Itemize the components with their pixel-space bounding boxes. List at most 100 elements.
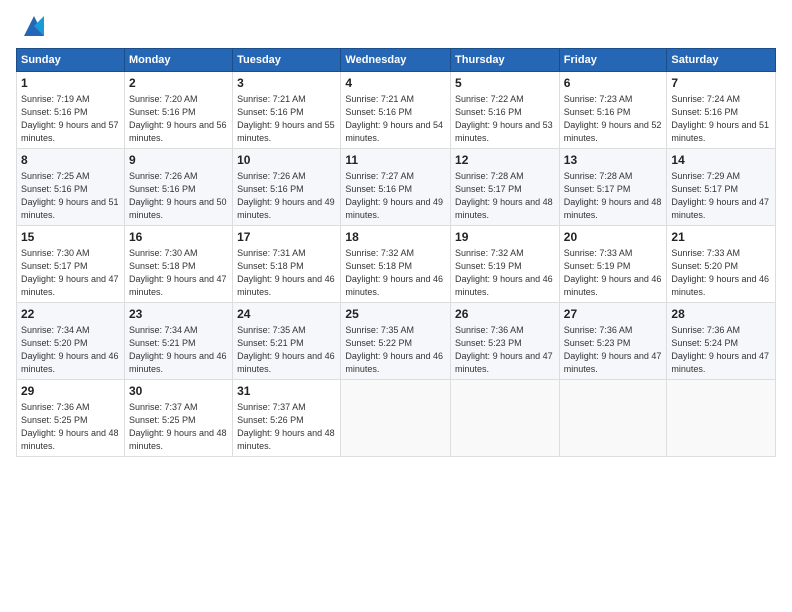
day-info: Sunrise: 7:36 AMSunset: 5:24 PMDaylight:… xyxy=(671,324,771,376)
day-number: 6 xyxy=(564,75,663,92)
day-number: 29 xyxy=(21,383,120,400)
day-number: 25 xyxy=(345,306,446,323)
day-number: 13 xyxy=(564,152,663,169)
day-info: Sunrise: 7:31 AMSunset: 5:18 PMDaylight:… xyxy=(237,247,336,299)
day-number: 28 xyxy=(671,306,771,323)
day-number: 4 xyxy=(345,75,446,92)
calendar-cell: 6Sunrise: 7:23 AMSunset: 5:16 PMDaylight… xyxy=(559,72,667,149)
day-info: Sunrise: 7:21 AMSunset: 5:16 PMDaylight:… xyxy=(237,93,336,145)
day-info: Sunrise: 7:23 AMSunset: 5:16 PMDaylight:… xyxy=(564,93,663,145)
page-container: SundayMondayTuesdayWednesdayThursdayFrid… xyxy=(0,0,792,612)
week-row-3: 15Sunrise: 7:30 AMSunset: 5:17 PMDayligh… xyxy=(17,225,776,302)
day-info: Sunrise: 7:30 AMSunset: 5:17 PMDaylight:… xyxy=(21,247,120,299)
weekday-header-thursday: Thursday xyxy=(451,49,560,72)
day-number: 10 xyxy=(237,152,336,169)
calendar-cell: 20Sunrise: 7:33 AMSunset: 5:19 PMDayligh… xyxy=(559,225,667,302)
calendar-cell: 28Sunrise: 7:36 AMSunset: 5:24 PMDayligh… xyxy=(667,302,776,379)
day-number: 20 xyxy=(564,229,663,246)
day-info: Sunrise: 7:32 AMSunset: 5:18 PMDaylight:… xyxy=(345,247,446,299)
day-number: 23 xyxy=(129,306,228,323)
day-info: Sunrise: 7:35 AMSunset: 5:21 PMDaylight:… xyxy=(237,324,336,376)
day-info: Sunrise: 7:28 AMSunset: 5:17 PMDaylight:… xyxy=(455,170,555,222)
day-info: Sunrise: 7:37 AMSunset: 5:26 PMDaylight:… xyxy=(237,401,336,453)
weekday-header-tuesday: Tuesday xyxy=(233,49,341,72)
calendar-cell: 11Sunrise: 7:27 AMSunset: 5:16 PMDayligh… xyxy=(341,148,451,225)
weekday-header-row: SundayMondayTuesdayWednesdayThursdayFrid… xyxy=(17,49,776,72)
calendar-cell: 10Sunrise: 7:26 AMSunset: 5:16 PMDayligh… xyxy=(233,148,341,225)
day-number: 12 xyxy=(455,152,555,169)
day-number: 11 xyxy=(345,152,446,169)
day-number: 24 xyxy=(237,306,336,323)
calendar-cell: 29Sunrise: 7:36 AMSunset: 5:25 PMDayligh… xyxy=(17,379,125,456)
calendar-cell xyxy=(451,379,560,456)
day-info: Sunrise: 7:26 AMSunset: 5:16 PMDaylight:… xyxy=(129,170,228,222)
day-number: 14 xyxy=(671,152,771,169)
day-number: 18 xyxy=(345,229,446,246)
day-info: Sunrise: 7:29 AMSunset: 5:17 PMDaylight:… xyxy=(671,170,771,222)
day-number: 8 xyxy=(21,152,120,169)
day-info: Sunrise: 7:28 AMSunset: 5:17 PMDaylight:… xyxy=(564,170,663,222)
logo-icon xyxy=(20,12,48,40)
day-number: 1 xyxy=(21,75,120,92)
calendar-cell: 24Sunrise: 7:35 AMSunset: 5:21 PMDayligh… xyxy=(233,302,341,379)
weekday-header-monday: Monday xyxy=(124,49,232,72)
calendar-cell: 2Sunrise: 7:20 AMSunset: 5:16 PMDaylight… xyxy=(124,72,232,149)
calendar-cell: 25Sunrise: 7:35 AMSunset: 5:22 PMDayligh… xyxy=(341,302,451,379)
weekday-header-saturday: Saturday xyxy=(667,49,776,72)
week-row-1: 1Sunrise: 7:19 AMSunset: 5:16 PMDaylight… xyxy=(17,72,776,149)
weekday-header-sunday: Sunday xyxy=(17,49,125,72)
day-info: Sunrise: 7:36 AMSunset: 5:25 PMDaylight:… xyxy=(21,401,120,453)
calendar-cell: 4Sunrise: 7:21 AMSunset: 5:16 PMDaylight… xyxy=(341,72,451,149)
calendar-cell: 14Sunrise: 7:29 AMSunset: 5:17 PMDayligh… xyxy=(667,148,776,225)
calendar-cell: 15Sunrise: 7:30 AMSunset: 5:17 PMDayligh… xyxy=(17,225,125,302)
day-number: 16 xyxy=(129,229,228,246)
day-info: Sunrise: 7:32 AMSunset: 5:19 PMDaylight:… xyxy=(455,247,555,299)
weekday-header-wednesday: Wednesday xyxy=(341,49,451,72)
day-info: Sunrise: 7:33 AMSunset: 5:20 PMDaylight:… xyxy=(671,247,771,299)
weekday-header-friday: Friday xyxy=(559,49,667,72)
calendar-cell: 19Sunrise: 7:32 AMSunset: 5:19 PMDayligh… xyxy=(451,225,560,302)
day-number: 7 xyxy=(671,75,771,92)
day-number: 9 xyxy=(129,152,228,169)
day-info: Sunrise: 7:34 AMSunset: 5:20 PMDaylight:… xyxy=(21,324,120,376)
calendar-cell: 17Sunrise: 7:31 AMSunset: 5:18 PMDayligh… xyxy=(233,225,341,302)
calendar-cell: 31Sunrise: 7:37 AMSunset: 5:26 PMDayligh… xyxy=(233,379,341,456)
day-info: Sunrise: 7:36 AMSunset: 5:23 PMDaylight:… xyxy=(564,324,663,376)
calendar-cell xyxy=(341,379,451,456)
calendar-cell xyxy=(559,379,667,456)
calendar-cell: 23Sunrise: 7:34 AMSunset: 5:21 PMDayligh… xyxy=(124,302,232,379)
calendar-cell: 5Sunrise: 7:22 AMSunset: 5:16 PMDaylight… xyxy=(451,72,560,149)
calendar-cell xyxy=(667,379,776,456)
day-number: 30 xyxy=(129,383,228,400)
calendar-cell: 22Sunrise: 7:34 AMSunset: 5:20 PMDayligh… xyxy=(17,302,125,379)
calendar-cell: 13Sunrise: 7:28 AMSunset: 5:17 PMDayligh… xyxy=(559,148,667,225)
day-info: Sunrise: 7:25 AMSunset: 5:16 PMDaylight:… xyxy=(21,170,120,222)
day-number: 15 xyxy=(21,229,120,246)
day-number: 21 xyxy=(671,229,771,246)
day-info: Sunrise: 7:27 AMSunset: 5:16 PMDaylight:… xyxy=(345,170,446,222)
day-info: Sunrise: 7:20 AMSunset: 5:16 PMDaylight:… xyxy=(129,93,228,145)
day-number: 27 xyxy=(564,306,663,323)
calendar-cell: 9Sunrise: 7:26 AMSunset: 5:16 PMDaylight… xyxy=(124,148,232,225)
calendar-cell: 7Sunrise: 7:24 AMSunset: 5:16 PMDaylight… xyxy=(667,72,776,149)
calendar-table: SundayMondayTuesdayWednesdayThursdayFrid… xyxy=(16,48,776,457)
calendar-cell: 27Sunrise: 7:36 AMSunset: 5:23 PMDayligh… xyxy=(559,302,667,379)
day-info: Sunrise: 7:22 AMSunset: 5:16 PMDaylight:… xyxy=(455,93,555,145)
day-info: Sunrise: 7:30 AMSunset: 5:18 PMDaylight:… xyxy=(129,247,228,299)
calendar-cell: 21Sunrise: 7:33 AMSunset: 5:20 PMDayligh… xyxy=(667,225,776,302)
day-info: Sunrise: 7:24 AMSunset: 5:16 PMDaylight:… xyxy=(671,93,771,145)
day-info: Sunrise: 7:21 AMSunset: 5:16 PMDaylight:… xyxy=(345,93,446,145)
day-number: 17 xyxy=(237,229,336,246)
calendar-cell: 3Sunrise: 7:21 AMSunset: 5:16 PMDaylight… xyxy=(233,72,341,149)
day-info: Sunrise: 7:36 AMSunset: 5:23 PMDaylight:… xyxy=(455,324,555,376)
week-row-2: 8Sunrise: 7:25 AMSunset: 5:16 PMDaylight… xyxy=(17,148,776,225)
day-number: 26 xyxy=(455,306,555,323)
day-info: Sunrise: 7:35 AMSunset: 5:22 PMDaylight:… xyxy=(345,324,446,376)
calendar-cell: 26Sunrise: 7:36 AMSunset: 5:23 PMDayligh… xyxy=(451,302,560,379)
day-info: Sunrise: 7:34 AMSunset: 5:21 PMDaylight:… xyxy=(129,324,228,376)
day-info: Sunrise: 7:26 AMSunset: 5:16 PMDaylight:… xyxy=(237,170,336,222)
week-row-4: 22Sunrise: 7:34 AMSunset: 5:20 PMDayligh… xyxy=(17,302,776,379)
calendar-body: 1Sunrise: 7:19 AMSunset: 5:16 PMDaylight… xyxy=(17,72,776,457)
calendar-cell: 30Sunrise: 7:37 AMSunset: 5:25 PMDayligh… xyxy=(124,379,232,456)
day-number: 3 xyxy=(237,75,336,92)
